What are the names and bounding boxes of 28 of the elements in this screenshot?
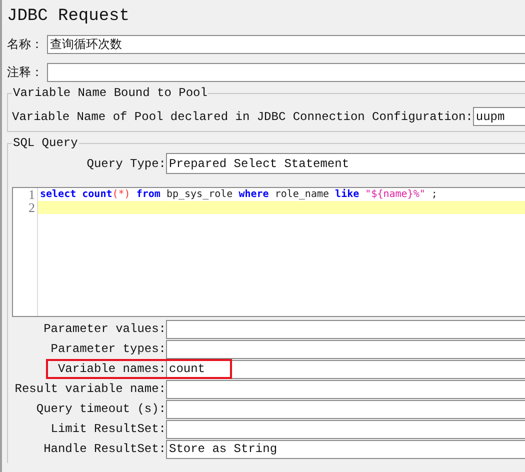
name-label: 名称： — [7, 36, 44, 52]
parameter-field[interactable] — [166, 400, 525, 418]
parameter-field[interactable] — [166, 380, 525, 398]
comment-field[interactable] — [47, 62, 525, 82]
parameter-field[interactable]: Store as String — [166, 440, 525, 458]
parameter-label: Handle ResultSet: — [42, 442, 166, 456]
sql-query-title: SQL Query — [12, 136, 79, 150]
parameter-label: Parameter types: — [50, 342, 166, 356]
pool-name-label: Variable Name of Pool declared in JDBC Connection Configuration: — [12, 110, 473, 124]
sql-editor[interactable]: 1 2 select count(*) from bp_sys_role where role_name like "${name}%" ; — [12, 187, 525, 317]
comment-label: 注释： — [7, 64, 44, 80]
query-type-dropdown[interactable]: Prepared Select Statement — [166, 153, 525, 174]
parameter-label: Parameter values: — [42, 322, 166, 336]
parameter-label: Variable names: — [56, 362, 166, 376]
pool-name-field[interactable]: uupm — [472, 107, 525, 126]
name-field[interactable]: 查询循环次数 — [47, 34, 525, 54]
query-type-label: Query Type: — [86, 156, 166, 170]
parameter-label: Query timeout (s): — [35, 402, 166, 416]
parameter-label: Result variable name: — [14, 382, 166, 396]
code-line: select count(*) from bp_sys_role where role_name like "${name}%" ; — [39, 188, 438, 201]
line-number: 2 — [28, 201, 35, 214]
parameter-field[interactable] — [166, 420, 525, 438]
parameter-field[interactable]: count — [166, 360, 525, 378]
parameter-field[interactable] — [166, 320, 525, 338]
panel-title: JDBC Request — [7, 6, 130, 28]
parameter-label: Limit ResultSet: — [50, 422, 166, 436]
line-number: 1 — [28, 188, 35, 201]
parameter-field[interactable] — [166, 340, 525, 358]
